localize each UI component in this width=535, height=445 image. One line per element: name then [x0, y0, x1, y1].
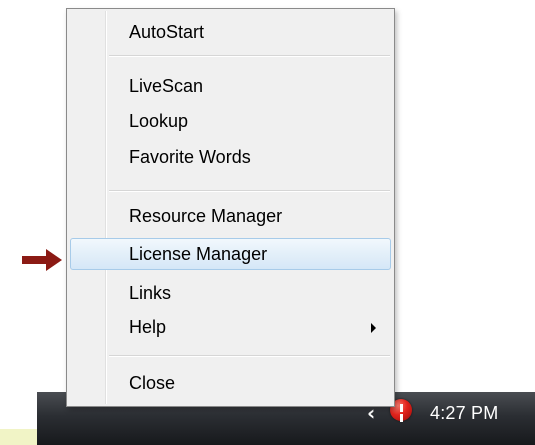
menu-item-label: Favorite Words	[129, 147, 251, 167]
submenu-arrow-icon	[371, 323, 376, 333]
menu-item-resource-manager[interactable]: Resource Manager	[70, 200, 391, 232]
menu-item-label: AutoStart	[129, 22, 205, 42]
menu-separator	[109, 190, 390, 192]
menu-item-label: Close	[129, 373, 176, 393]
menu-item-livescan[interactable]: LiveScan	[70, 70, 391, 102]
menu-item-label: Links	[129, 283, 172, 303]
menu-item-label: Resource Manager	[129, 206, 283, 226]
taskbar-clock[interactable]: 4:27 PM	[430, 403, 498, 424]
pointer-arrow-icon	[22, 249, 62, 271]
menu-item-label: Help	[129, 317, 167, 337]
menu-item-label: License Manager	[129, 244, 268, 264]
menu-item-lookup[interactable]: Lookup	[70, 105, 391, 137]
menu-item-autostart[interactable]: AutoStart	[70, 16, 391, 48]
menu-item-favorite-words[interactable]: Favorite Words	[70, 141, 391, 173]
context-menu: AutoStart LiveScan Lookup Favorite Words…	[66, 8, 395, 407]
menu-item-close[interactable]: Close	[70, 367, 391, 399]
menu-item-label: Lookup	[129, 111, 189, 131]
menu-item-label: LiveScan	[129, 76, 204, 96]
menu-item-help[interactable]: Help	[70, 311, 391, 343]
menu-separator	[109, 55, 390, 57]
menu-item-license-manager[interactable]: License Manager	[70, 238, 391, 270]
menu-separator	[109, 355, 390, 357]
menu-item-links[interactable]: Links	[70, 277, 391, 309]
